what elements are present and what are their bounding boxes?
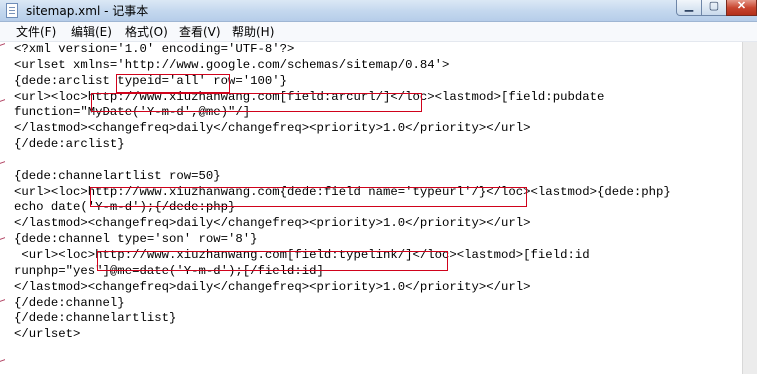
- margin-mark: [0, 237, 5, 243]
- menu-bar: 文件(F) 编辑(E) 格式(O) 查看(V) 帮助(H): [0, 22, 757, 42]
- left-margin-marks: [0, 42, 6, 374]
- maximize-button[interactable]: ▢: [701, 0, 727, 16]
- highlight-typelink: [97, 251, 448, 271]
- text-editor-area[interactable]: <?xml version='1.0' encoding='UTF-8'?> <u…: [0, 42, 742, 374]
- title-bar: sitemap.xml - 记事本 ▁ ▢ ✕: [0, 0, 757, 22]
- menu-file[interactable]: 文件(F): [16, 24, 56, 40]
- close-button[interactable]: ✕: [726, 0, 757, 16]
- window-title: sitemap.xml - 记事本: [26, 4, 149, 18]
- code-line: {dede:channel type='son' row='8'}: [14, 232, 258, 247]
- code-line: {/dede:channelartlist}: [14, 311, 177, 326]
- highlight-typeurl: [90, 187, 527, 207]
- minimize-button[interactable]: ▁: [676, 0, 702, 16]
- code-line: </urlset>: [14, 327, 81, 342]
- highlight-typeid: [116, 74, 230, 93]
- margin-mark: [0, 359, 5, 365]
- highlight-arcurl: [91, 93, 422, 112]
- margin-mark: [0, 161, 5, 167]
- code-line: </lastmod><changefreq>daily</changefreq>…: [14, 216, 531, 231]
- code-line: {dede:channelartlist row=50}: [14, 168, 221, 183]
- code-line: <urlset xmlns='http://www.google.com/sch…: [14, 57, 450, 72]
- margin-mark: [0, 99, 5, 105]
- margin-mark: [0, 43, 5, 49]
- code-line: </lastmod><changefreq>daily</changefreq>…: [14, 279, 531, 294]
- code-line: </lastmod><changefreq>daily</changefreq>…: [14, 121, 531, 136]
- menu-format[interactable]: 格式(O): [125, 24, 168, 40]
- menu-view[interactable]: 查看(V): [179, 24, 221, 40]
- margin-mark: [0, 299, 5, 305]
- code-line: {/dede:channel}: [14, 295, 125, 310]
- menu-help[interactable]: 帮助(H): [232, 24, 274, 40]
- notepad-icon: [6, 3, 18, 18]
- code-line: {dede:arclist typeid='all' row='100'}: [14, 73, 288, 88]
- menu-edit[interactable]: 编辑(E): [71, 24, 112, 40]
- code-line: {/dede:arclist}: [14, 137, 125, 152]
- vertical-scrollbar[interactable]: [742, 42, 757, 374]
- code-line: <?xml version='1.0' encoding='UTF-8'?>: [14, 42, 295, 56]
